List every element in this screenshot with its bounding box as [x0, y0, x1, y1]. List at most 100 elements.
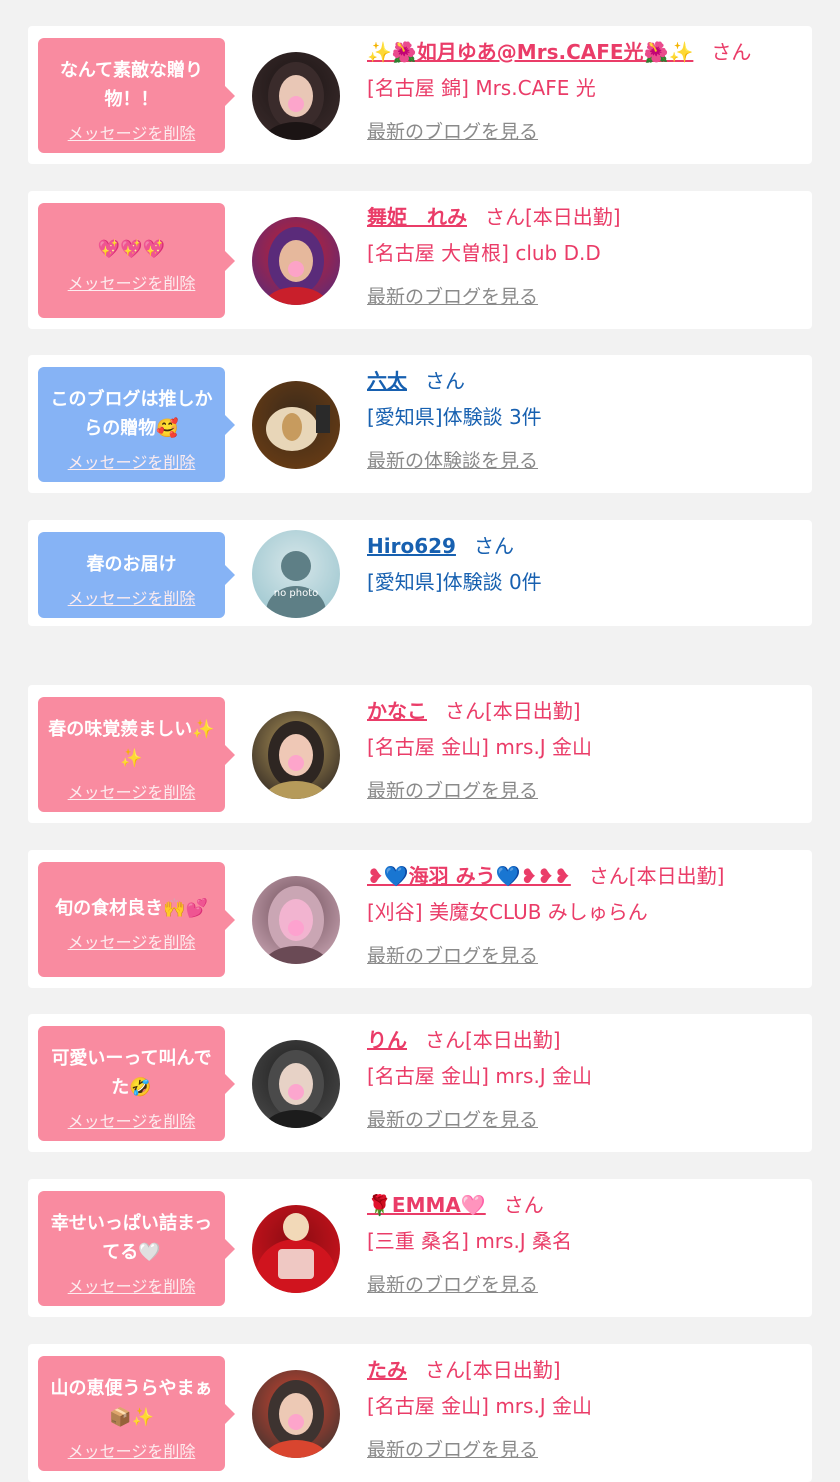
delete-message-link[interactable]: メッセージを削除: [68, 783, 196, 803]
message-card: 山の恵便うらやまぁ📦✨ メッセージを削除 たみ さん[本日出勤] [名古屋 金山]…: [28, 1344, 812, 1482]
message-card: 春の味覚羨ましい✨✨ メッセージを削除 かなこ さん[本日出勤] [名古屋 金山]…: [28, 685, 812, 823]
sender-name-link[interactable]: かなこ: [367, 699, 427, 723]
sender-info: 舞姫 れみ さん[本日出勤] [名古屋 大曽根] club D.D 最新のブログを…: [367, 201, 807, 311]
view-latest-link[interactable]: 最新のブログを見る: [367, 777, 538, 805]
message-card: 可愛いーって叫んでた🤣 メッセージを削除 りん さん[本日出勤] [名古屋 金山]…: [28, 1014, 812, 1152]
sender-info: たみ さん[本日出勤] [名古屋 金山] mrs.J 金山 最新のブログを見る: [367, 1354, 807, 1464]
sender-avatar[interactable]: [252, 876, 340, 964]
message-card: 💖💖💖 メッセージを削除 舞姫 れみ さん[本日出勤] [名古屋 大曽根] clu…: [28, 191, 812, 329]
message-bubble: なんて素敵な贈り物！！ メッセージを削除: [38, 38, 235, 153]
view-latest-link[interactable]: 最新のブログを見る: [367, 942, 538, 970]
sender-name-link[interactable]: ✨🌺如月ゆあ@Mrs.CAFE光🌺✨: [367, 40, 693, 64]
view-latest-link[interactable]: 最新の体験談を見る: [367, 447, 538, 475]
sender-shop: [愛知県]体験談 3件: [367, 405, 542, 429]
view-latest-link[interactable]: 最新のブログを見る: [367, 118, 538, 146]
woman-portrait-photo-icon: [252, 711, 340, 799]
message-bubble: 旬の食材良き🙌💕 メッセージを削除: [38, 862, 235, 977]
woman-portrait-photo-icon: [252, 1040, 340, 1128]
sender-info: 🌹EMMA🩷 さん [三重 桑名] mrs.J 桑名 最新のブログを見る: [367, 1189, 807, 1299]
message-card: 旬の食材良き🙌💕 メッセージを削除 ❥💙海羽 みう💙❥❥❥ さん[本日出勤] [刈…: [28, 850, 812, 988]
sender-name-line: かなこ さん[本日出勤]: [367, 695, 807, 727]
sender-shop: [名古屋 金山] mrs.J 金山: [367, 1064, 593, 1088]
sender-info: ❥💙海羽 みう💙❥❥❥ さん[本日出勤] [刈谷] 美魔女CLUB みしゅらん 最…: [367, 860, 807, 970]
delete-message-link[interactable]: メッセージを削除: [68, 1112, 196, 1132]
sender-name-line: 舞姫 れみ さん[本日出勤]: [367, 201, 807, 233]
message-text: 春の味覚羨ましい✨✨: [48, 718, 215, 769]
sender-shop: [愛知県]体験談 0件: [367, 570, 542, 594]
sender-shop: [名古屋 大曽根] club D.D: [367, 241, 601, 265]
sender-suffix: さん[本日出勤]: [588, 864, 725, 888]
sender-name-line: 六太 さん: [367, 365, 807, 397]
sender-name-link[interactable]: ❥💙海羽 みう💙❥❥❥: [367, 864, 571, 888]
sender-avatar[interactable]: [252, 217, 340, 305]
delete-message-link[interactable]: メッセージを削除: [68, 274, 196, 294]
view-latest-link[interactable]: 最新のブログを見る: [367, 1436, 538, 1464]
sender-avatar[interactable]: [252, 52, 340, 140]
view-latest-link[interactable]: 最新のブログを見る: [367, 1106, 538, 1134]
message-text: 幸せいっぱい詰まってる🤍: [50, 1212, 213, 1263]
sender-avatar[interactable]: [252, 1370, 340, 1458]
sender-avatar[interactable]: [252, 711, 340, 799]
delete-message-link[interactable]: メッセージを削除: [68, 933, 196, 953]
red-shirt-photo-icon: [252, 1205, 340, 1293]
sender-info: ✨🌺如月ゆあ@Mrs.CAFE光🌺✨ さん [名古屋 錦] Mrs.CAFE 光 …: [367, 36, 807, 146]
sender-name-link[interactable]: りん: [367, 1028, 407, 1052]
no-photo-label: no photo: [274, 588, 318, 599]
view-latest-link[interactable]: 最新のブログを見る: [367, 283, 538, 311]
delete-message-link[interactable]: メッセージを削除: [68, 453, 196, 473]
sender-info: りん さん[本日出勤] [名古屋 金山] mrs.J 金山 最新のブログを見る: [367, 1024, 807, 1134]
sender-name-link[interactable]: 舞姫 れみ: [367, 205, 467, 229]
message-text: 可愛いーって叫んでた🤣: [51, 1047, 212, 1098]
message-bubble: 山の恵便うらやまぁ📦✨ メッセージを削除: [38, 1356, 235, 1471]
message-text: 💖💖💖: [97, 239, 166, 260]
sender-name-line: たみ さん[本日出勤]: [367, 1354, 807, 1386]
message-card: 春のお届け メッセージを削除 no photo Hiro629 さん [愛知県]体…: [28, 520, 812, 626]
woman-portrait-photo-icon: [252, 876, 340, 964]
view-latest-link[interactable]: 最新のブログを見る: [367, 1271, 538, 1299]
sender-info: Hiro629 さん [愛知県]体験談 0件: [367, 530, 807, 598]
message-bubble: 春の味覚羨ましい✨✨ メッセージを削除: [38, 697, 235, 812]
sender-name-line: りん さん[本日出勤]: [367, 1024, 807, 1056]
sender-name-line: 🌹EMMA🩷 さん: [367, 1189, 807, 1221]
sender-name-link[interactable]: 🌹EMMA🩷: [367, 1193, 486, 1217]
message-card: なんて素敵な贈り物！！ メッセージを削除 ✨🌺如月ゆあ@Mrs.CAFE光🌺✨ さ…: [28, 26, 812, 164]
sender-shop: [名古屋 金山] mrs.J 金山: [367, 1394, 593, 1418]
message-bubble: 可愛いーって叫んでた🤣 メッセージを削除: [38, 1026, 235, 1141]
no-photo-silhouette-icon: no photo: [252, 530, 340, 618]
sender-suffix: さん[本日出勤]: [485, 205, 621, 229]
sender-suffix: さん: [425, 369, 465, 393]
message-bubble: 幸せいっぱい詰まってる🤍 メッセージを削除: [38, 1191, 235, 1306]
delete-message-link[interactable]: メッセージを削除: [68, 124, 196, 144]
sender-name-line: Hiro629 さん: [367, 530, 807, 562]
sender-name-link[interactable]: 六太: [367, 369, 407, 393]
sender-suffix: さん[本日出勤]: [425, 1358, 561, 1382]
delete-message-link[interactable]: メッセージを削除: [68, 589, 196, 609]
woman-portrait-photo-icon: [252, 1370, 340, 1458]
sender-avatar[interactable]: [252, 1040, 340, 1128]
message-text: なんて素敵な贈り物！！: [59, 59, 204, 110]
sender-suffix: さん[本日出勤]: [445, 699, 581, 723]
message-text: 山の恵便うらやまぁ📦✨: [50, 1377, 213, 1428]
sender-avatar[interactable]: [252, 1205, 340, 1293]
sender-shop: [名古屋 金山] mrs.J 金山: [367, 735, 593, 759]
delete-message-link[interactable]: メッセージを削除: [68, 1442, 196, 1462]
sender-suffix: さん: [503, 1193, 544, 1217]
sender-name-link[interactable]: Hiro629: [367, 534, 456, 558]
sender-info: かなこ さん[本日出勤] [名古屋 金山] mrs.J 金山 最新のブログを見る: [367, 695, 807, 805]
message-text: 旬の食材良き🙌💕: [55, 898, 208, 919]
sender-suffix: さん[本日出勤]: [425, 1028, 561, 1052]
message-bubble: このブログは推しからの贈物🥰 メッセージを削除: [38, 367, 235, 482]
sender-name-link[interactable]: たみ: [367, 1358, 407, 1382]
sender-avatar[interactable]: [252, 381, 340, 469]
message-text: このブログは推しからの贈物🥰: [50, 388, 213, 439]
sender-suffix: さん: [711, 40, 752, 64]
sender-name-line: ❥💙海羽 みう💙❥❥❥ さん[本日出勤]: [367, 860, 807, 892]
sender-shop: [刈谷] 美魔女CLUB みしゅらん: [367, 900, 648, 924]
message-bubble: 春のお届け メッセージを削除: [38, 532, 235, 618]
woman-portrait-photo-icon: [252, 217, 340, 305]
sender-shop: [三重 桑名] mrs.J 桑名: [367, 1229, 573, 1253]
delete-message-link[interactable]: メッセージを削除: [68, 1277, 196, 1297]
message-text: 春のお届け: [86, 553, 177, 575]
sender-suffix: さん: [473, 534, 514, 558]
sender-avatar[interactable]: no photo: [252, 530, 340, 618]
